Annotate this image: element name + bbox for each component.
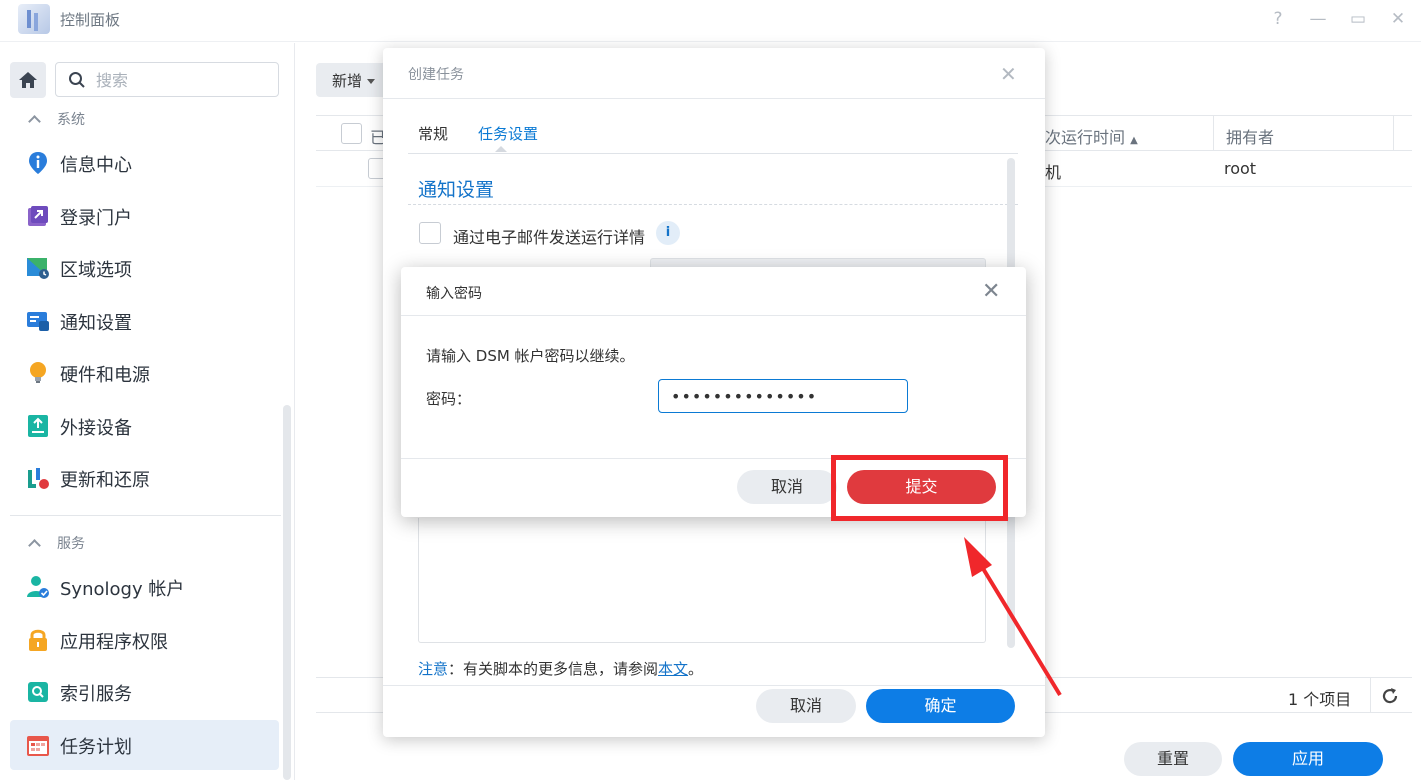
column-separator[interactable] <box>1393 116 1394 150</box>
column-separator[interactable] <box>1213 116 1214 150</box>
select-all-checkbox[interactable] <box>341 123 362 144</box>
email-details-label[interactable]: 通过电子邮件发送运行详情 <box>453 224 645 248</box>
sidebar-item-label: 索引服务 <box>60 684 132 705</box>
dialog-title: 创建任务 <box>408 67 464 83</box>
cell-next-run: 机 <box>1045 163 1062 182</box>
dialog-title: 输入密码 <box>426 286 482 302</box>
sidebar: 系统 信息中心 登录门户 区域选项 通知设置 硬件和电源 外接设备 更新和还原 … <box>0 43 295 780</box>
sidebar-item-label: 外接设备 <box>60 418 132 439</box>
home-icon <box>19 72 37 88</box>
info-center-icon <box>29 152 47 174</box>
email-details-checkbox[interactable] <box>419 222 441 244</box>
section-divider <box>408 204 1018 205</box>
password-input[interactable] <box>658 379 908 413</box>
annotation-highlight-box <box>831 455 1008 521</box>
tab-underline <box>408 153 1018 154</box>
sidebar-item-label: 通知设置 <box>60 313 132 334</box>
sidebar-divider <box>10 515 281 516</box>
close-window-icon[interactable]: ✕ <box>1387 8 1409 30</box>
synology-account-icon <box>27 576 49 598</box>
task-scheduler-icon <box>27 736 49 756</box>
chevron-up-icon <box>28 115 41 128</box>
maximize-icon[interactable]: ▭ <box>1347 8 1369 30</box>
caret-down-icon <box>367 79 376 84</box>
hardware-power-icon <box>30 362 46 383</box>
password-label: 密码： <box>426 390 472 408</box>
active-tab-indicator <box>495 146 507 152</box>
section-system-header[interactable]: 系统 <box>28 109 85 129</box>
search-box[interactable] <box>55 62 279 97</box>
sidebar-item-label: 应用程序权限 <box>60 632 168 653</box>
update-restore-icon <box>28 468 49 489</box>
column-next-run[interactable]: 次运行时间 ▲ <box>1045 124 1138 148</box>
dialog-divider <box>383 98 1045 99</box>
sort-asc-icon: ▲ <box>1130 135 1138 146</box>
sidebar-item-info-center[interactable]: 信息中心 <box>10 138 279 188</box>
sidebar-item-external-devices[interactable]: 外接设备 <box>10 401 279 451</box>
info-icon[interactable]: i <box>656 221 680 245</box>
minimize-icon[interactable]: — <box>1307 8 1329 30</box>
indexing-service-icon <box>28 682 48 702</box>
notification-icon <box>27 312 49 331</box>
close-icon[interactable]: ✕ <box>982 279 1000 304</box>
tab-general[interactable]: 常规 <box>418 123 448 144</box>
search-input[interactable] <box>96 69 266 91</box>
item-count: 1 个项目 <box>1288 690 1352 709</box>
apply-button[interactable]: 应用 <box>1233 742 1383 776</box>
title-bar: 控制面板 ? — ▭ ✕ <box>0 0 1421 42</box>
sidebar-item-synology-account[interactable]: Synology 帐户 <box>10 562 279 612</box>
tab-task-settings[interactable]: 任务设置 <box>478 123 538 144</box>
sidebar-item-label: Synology 帐户 <box>60 579 185 600</box>
section-title: 通知设置 <box>418 179 495 201</box>
sidebar-item-label: 登录门户 <box>60 208 132 229</box>
help-icon[interactable]: ? <box>1267 8 1289 30</box>
app-privileges-icon <box>29 629 47 651</box>
dialog-divider <box>401 315 1026 316</box>
cell-owner: root <box>1224 159 1257 178</box>
external-devices-icon <box>28 415 48 437</box>
search-icon <box>69 72 85 88</box>
sidebar-item-regional-options[interactable]: 区域选项 <box>10 243 279 293</box>
create-button[interactable]: 新增 <box>316 63 391 97</box>
window-title: 控制面板 <box>60 11 121 29</box>
sidebar-item-hardware-power[interactable]: 硬件和电源 <box>10 348 279 398</box>
sidebar-item-label: 更新和还原 <box>60 470 150 491</box>
login-portal-icon <box>28 206 48 226</box>
cancel-button[interactable]: 取消 <box>756 689 856 723</box>
refresh-icon[interactable] <box>1380 686 1400 706</box>
sidebar-item-label: 区域选项 <box>60 260 132 281</box>
article-link[interactable]: 本文 <box>658 660 688 678</box>
password-prompt: 请输入 DSM 帐户密码以继续。 <box>426 347 635 365</box>
sidebar-item-update-restore[interactable]: 更新和还原 <box>10 453 279 503</box>
sidebar-item-indexing-service[interactable]: 索引服务 <box>10 667 279 717</box>
column-owner[interactable]: 拥有者 <box>1226 124 1274 148</box>
close-icon[interactable]: ✕ <box>1000 62 1017 86</box>
annotation-arrow-icon <box>964 537 1062 697</box>
cancel-button[interactable]: 取消 <box>737 470 837 504</box>
control-panel-app-icon <box>18 4 50 34</box>
sidebar-item-label: 硬件和电源 <box>60 365 150 386</box>
footer-separator <box>1370 678 1371 712</box>
home-button[interactable] <box>10 62 46 98</box>
note-text: 注意：有关脚本的更多信息，请参阅本文。 <box>418 660 704 678</box>
sidebar-item-login-portal[interactable]: 登录门户 <box>10 191 279 241</box>
sidebar-item-notification[interactable]: 通知设置 <box>10 296 279 346</box>
dialog-footer-divider <box>383 685 1045 686</box>
sidebar-item-label: 任务计划 <box>60 737 132 758</box>
sidebar-item-label: 信息中心 <box>60 155 132 176</box>
section-services-header[interactable]: 服务 <box>28 533 85 553</box>
sidebar-item-task-scheduler[interactable]: 任务计划 <box>10 720 279 770</box>
sidebar-scrollbar[interactable] <box>283 405 291 780</box>
chevron-up-icon <box>28 539 41 552</box>
reset-button[interactable]: 重置 <box>1124 742 1222 776</box>
regional-options-icon <box>27 258 49 279</box>
script-textarea[interactable] <box>418 518 986 643</box>
sidebar-item-app-privileges[interactable]: 应用程序权限 <box>10 615 279 665</box>
